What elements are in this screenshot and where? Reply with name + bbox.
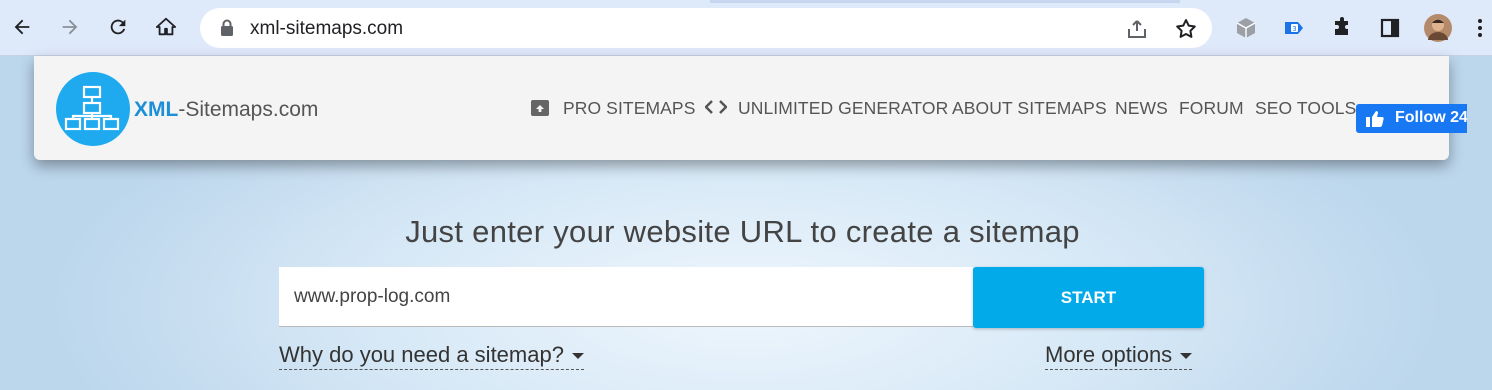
nav-unlimited-generator[interactable]: UNLIMITED GENERATOR bbox=[738, 98, 948, 119]
bookmark-star-icon[interactable] bbox=[1174, 17, 1198, 41]
share-icon[interactable] bbox=[1125, 17, 1149, 41]
facebook-follow-button[interactable]: Follow 24 bbox=[1356, 104, 1467, 133]
browser-toolbar: xml-sitemaps.com 3 bbox=[0, 0, 1492, 56]
home-button[interactable] bbox=[152, 13, 180, 41]
profile-avatar[interactable] bbox=[1424, 14, 1452, 42]
caret-down-icon bbox=[571, 353, 584, 360]
lock-icon bbox=[221, 19, 233, 36]
tab-strip-edge bbox=[0, 0, 1492, 3]
extension-tag-icon[interactable]: 3 bbox=[1280, 14, 1308, 42]
nav-about-sitemaps[interactable]: ABOUT SITEMAPS bbox=[952, 98, 1107, 119]
nav-news[interactable]: NEWS bbox=[1115, 98, 1168, 119]
extensions-puzzle-icon[interactable] bbox=[1328, 14, 1356, 42]
website-url-input[interactable] bbox=[279, 267, 973, 327]
nav-forum[interactable]: FORUM bbox=[1179, 98, 1244, 119]
back-button[interactable] bbox=[8, 13, 36, 41]
page-headline: Just enter your website URL to create a … bbox=[405, 214, 1080, 249]
start-button[interactable]: START bbox=[973, 267, 1204, 328]
code-brackets-icon bbox=[705, 100, 727, 114]
more-options-label: More options bbox=[1045, 342, 1173, 367]
page-body: XML-Sitemaps.com PRO SITEMAPS UNLIMITED … bbox=[0, 56, 1492, 390]
arrow-left-icon bbox=[14, 19, 30, 35]
logo-text-bold: XML bbox=[134, 98, 179, 121]
logo-icon[interactable] bbox=[56, 72, 130, 146]
caret-down-icon bbox=[1180, 353, 1193, 360]
address-bar[interactable]: xml-sitemaps.com bbox=[200, 8, 1212, 48]
more-options-link[interactable]: More options bbox=[1045, 342, 1193, 370]
site-header: XML-Sitemaps.com PRO SITEMAPS UNLIMITED … bbox=[34, 56, 1467, 160]
follow-label: Follow 24 bbox=[1395, 109, 1467, 126]
extension-badge: 3 bbox=[1292, 25, 1296, 33]
why-sitemap-link[interactable]: Why do you need a sitemap? bbox=[279, 342, 584, 370]
why-sitemap-label: Why do you need a sitemap? bbox=[279, 342, 564, 367]
arrow-right-icon bbox=[62, 19, 78, 35]
menu-kebab-icon[interactable] bbox=[1472, 14, 1488, 42]
reload-button[interactable] bbox=[104, 13, 132, 41]
nav-pro-sitemaps[interactable]: PRO SITEMAPS bbox=[563, 98, 695, 119]
forward-button[interactable] bbox=[56, 13, 84, 41]
reload-icon bbox=[110, 19, 126, 35]
nav-seo-tools[interactable]: SEO TOOLS bbox=[1255, 98, 1356, 119]
extension-cube-icon[interactable] bbox=[1232, 14, 1260, 42]
logo-text[interactable]: XML-Sitemaps.com bbox=[134, 98, 318, 122]
thumbs-up-icon bbox=[1366, 111, 1384, 127]
side-panel-icon[interactable] bbox=[1376, 14, 1404, 42]
logo-text-rest: -Sitemaps.com bbox=[178, 98, 319, 121]
home-icon bbox=[155, 17, 177, 36]
address-url: xml-sitemaps.com bbox=[250, 18, 404, 39]
archive-box-icon bbox=[531, 100, 549, 116]
